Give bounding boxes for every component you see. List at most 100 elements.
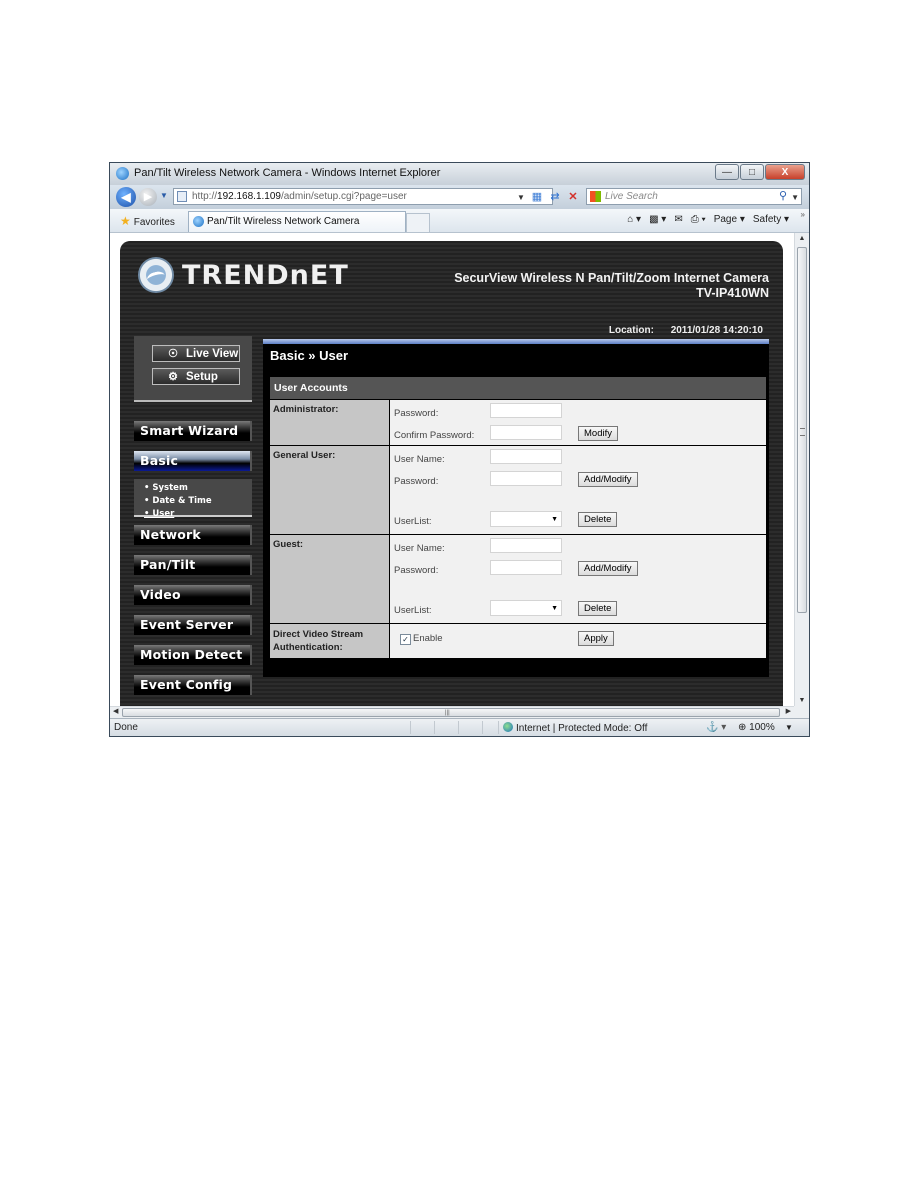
stop-icon[interactable]: ✕: [566, 190, 580, 204]
compatibility-view-icon[interactable]: ▦: [530, 190, 544, 204]
safety-menu[interactable]: Safety ▾: [753, 214, 789, 225]
live-search-logo-icon: [590, 191, 601, 202]
guest-delete-button[interactable]: Delete: [578, 601, 618, 616]
ie-tab-icon: [193, 216, 204, 227]
administrator-row: Administrator: Password: Confirm Passwor…: [269, 399, 767, 446]
minimize-button[interactable]: —: [715, 164, 739, 180]
horizontal-scroll-thumb[interactable]: |||: [122, 708, 780, 717]
direct-video-row: Direct Video Stream Authentication: ✓ Ena…: [269, 623, 767, 659]
guest-userlist-select[interactable]: ▼: [490, 600, 562, 616]
general-add-modify-button[interactable]: Add/Modify: [578, 472, 638, 487]
page-viewport: TRENDnET SecurView Wireless N Pan/Tilt/Z…: [110, 233, 794, 706]
vertical-scroll-thumb[interactable]: [797, 247, 807, 613]
guest-username-input[interactable]: [490, 538, 562, 553]
feeds-icon[interactable]: ▩ ▾: [649, 214, 666, 225]
submenu-user[interactable]: • User: [144, 508, 252, 521]
zoom-dropdown[interactable]: ▼: [785, 723, 793, 732]
mail-icon[interactable]: ✉: [674, 214, 682, 225]
search-dropdown[interactable]: ▼: [791, 190, 799, 205]
scroll-left-icon[interactable]: ◀: [113, 707, 118, 715]
gears-icon: ⚙: [168, 371, 178, 383]
refresh-icon[interactable]: ⇄: [548, 190, 562, 204]
general-password-input[interactable]: [490, 471, 562, 486]
star-icon: ★: [120, 214, 131, 228]
general-delete-button[interactable]: Delete: [578, 512, 618, 527]
administrator-label: Administrator:: [269, 399, 390, 446]
guest-password-input[interactable]: [490, 560, 562, 575]
scroll-right-icon[interactable]: ▶: [786, 707, 791, 715]
menu-pan-tilt[interactable]: Pan/Tilt: [134, 555, 252, 575]
submenu-system[interactable]: • System: [144, 482, 252, 495]
menu-basic[interactable]: Basic: [134, 451, 252, 471]
user-accounts-table: User Accounts Administrator: Password: C…: [269, 376, 767, 659]
direct-video-label: Direct Video Stream Authentication:: [269, 623, 390, 659]
admin-confirm-password-input[interactable]: [490, 425, 562, 440]
status-text: Done: [114, 722, 138, 733]
general-user-label: General User:: [269, 445, 390, 535]
menu-event-config[interactable]: Event Config: [134, 675, 252, 695]
close-button[interactable]: X: [765, 164, 805, 180]
search-icon[interactable]: ⚲: [779, 189, 787, 204]
modify-button[interactable]: Modify: [578, 426, 618, 441]
section-title: User Accounts: [269, 376, 767, 400]
vertical-scrollbar[interactable]: ▲ ▼: [794, 233, 809, 706]
content-accent-bar: [263, 339, 769, 344]
product-title: SecurView Wireless N Pan/Tilt/Zoom Inter…: [454, 271, 769, 300]
security-zone[interactable]: Internet | Protected Mode: Off: [503, 722, 647, 734]
chevron-down-icon: ▼: [551, 605, 558, 612]
status-bar: Done Internet | Protected Mode: Off ⚓ ▾ …: [110, 718, 809, 736]
submenu-date-time[interactable]: • Date & Time: [144, 495, 252, 508]
basic-submenu: • System • Date & Time • User: [134, 479, 252, 519]
print-icon[interactable]: ⎙ ▾: [691, 214, 706, 225]
address-bar[interactable]: http://192.168.1.109/admin/setup.cgi?pag…: [173, 188, 553, 205]
general-userlist-select[interactable]: ▼: [490, 511, 562, 527]
guest-label: Guest:: [269, 534, 390, 624]
favorites-bar: ★ Favorites Pan/Tilt Wireless Network Cam…: [110, 209, 809, 233]
menu-video[interactable]: Video: [134, 585, 252, 605]
eye-icon: ☉: [168, 348, 178, 360]
apply-button[interactable]: Apply: [578, 631, 614, 646]
admin-password-input[interactable]: [490, 403, 562, 418]
recent-pages-dropdown[interactable]: ▼: [160, 191, 168, 200]
horizontal-scrollbar[interactable]: ◀ ||| ▶: [110, 706, 794, 718]
menu-event-server[interactable]: Event Server: [134, 615, 252, 635]
guest-add-modify-button[interactable]: Add/Modify: [578, 561, 638, 576]
page-heading: Basic » User: [270, 348, 349, 363]
chevron-down-icon: ▼: [551, 516, 558, 523]
home-icon[interactable]: ⌂ ▾: [627, 214, 641, 225]
menu-network[interactable]: Network: [134, 525, 252, 545]
guest-row: Guest: User Name: Password: Add/Modify U…: [269, 534, 767, 624]
back-button[interactable]: ◀: [116, 187, 136, 207]
menu-smart-wizard[interactable]: Smart Wizard: [134, 421, 252, 441]
checkmark-icon: ✓: [400, 634, 411, 645]
maximize-button[interactable]: □: [740, 164, 764, 180]
general-user-row: General User: User Name: Password: Add/M…: [269, 445, 767, 535]
globe-icon: [503, 722, 513, 732]
menu-motion-detect[interactable]: Motion Detect: [134, 645, 252, 665]
address-dropdown[interactable]: ▼: [517, 193, 525, 202]
scroll-corner: [794, 706, 809, 718]
browser-tab[interactable]: Pan/Tilt Wireless Network Camera: [188, 211, 406, 232]
security-icon[interactable]: ⚓ ▾: [706, 722, 726, 733]
scroll-up-icon[interactable]: ▲: [795, 235, 809, 242]
location-datetime: Location: 2011/01/28 14:20:10: [608, 325, 763, 336]
content-panel: Basic » User User Accounts Administrator…: [263, 339, 769, 677]
forward-button[interactable]: ▶: [139, 188, 157, 206]
live-view-button[interactable]: ☉ Live View: [152, 345, 240, 362]
enable-checkbox[interactable]: ✓ Enable: [400, 633, 443, 645]
camera-web-ui: TRENDnET SecurView Wireless N Pan/Tilt/Z…: [120, 241, 783, 706]
favorites-button[interactable]: ★ Favorites: [120, 214, 175, 228]
page-menu[interactable]: Page ▾: [714, 214, 745, 225]
address-row: ◀ ▶ ▼ http://192.168.1.109/admin/setup.c…: [110, 185, 809, 209]
title-bar: Pan/Tilt Wireless Network Camera - Windo…: [110, 163, 809, 185]
brand-logo: TRENDnET: [182, 260, 349, 291]
more-chevron-icon[interactable]: »: [801, 210, 805, 219]
trendnet-logo-icon: [138, 257, 174, 293]
scroll-down-icon[interactable]: ▼: [795, 697, 809, 704]
page-icon: [177, 191, 187, 202]
general-username-input[interactable]: [490, 449, 562, 464]
zoom-level[interactable]: ⊕ 100%: [738, 722, 775, 733]
new-tab-button[interactable]: [406, 213, 430, 232]
setup-button[interactable]: ⚙ Setup: [152, 368, 240, 385]
search-box[interactable]: Live Search ⚲ ▼: [586, 188, 802, 205]
